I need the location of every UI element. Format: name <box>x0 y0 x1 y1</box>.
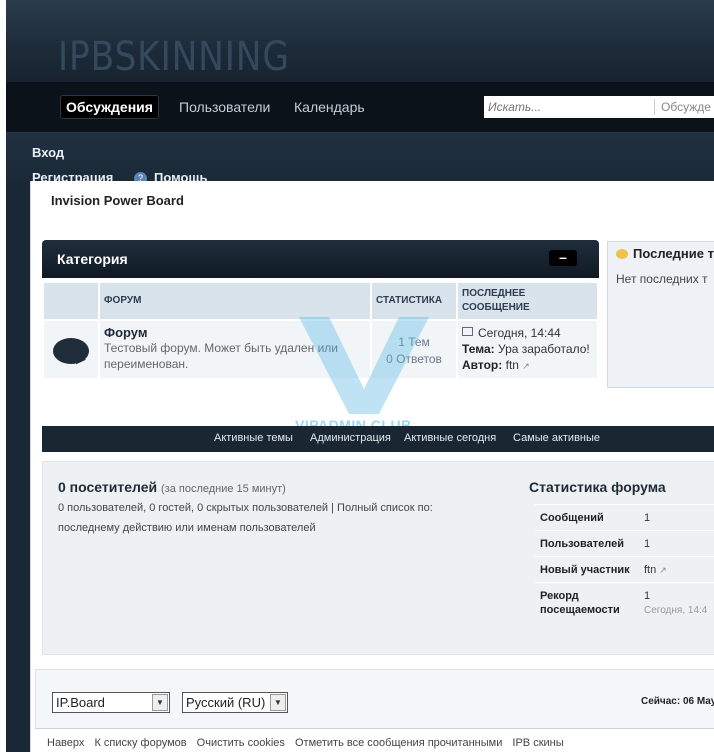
last-post-date: Сегодня, 14:44 <box>478 326 561 340</box>
current-time: Сейчас: 06 May <box>641 696 714 707</box>
administration-link[interactable]: Администрация <box>310 432 391 444</box>
main-content: Invision Power Board Категория – ФОРУМ С… <box>30 181 714 752</box>
online-users-detail: 0 пользователей, 0 гостей, 0 скрытых пол… <box>58 502 433 534</box>
last-post-column-header: ПОСЛЕДНЕЕ СООБЩЕНИЕ <box>456 281 599 321</box>
category-title[interactable]: Категория <box>57 251 128 267</box>
search-scope-select[interactable]: Обсужде <box>654 99 711 115</box>
site-logo[interactable]: IPBSKINNING <box>58 34 290 80</box>
active-topics-link[interactable]: Активные темы <box>214 432 293 444</box>
topic-label: Тема: <box>462 342 495 356</box>
stat-row-members: Пользователей 1 <box>535 530 714 557</box>
tab-calendar[interactable]: Календарь <box>288 95 371 119</box>
stat-row-newest-member: Новый участник ftn ↗ <box>535 556 714 583</box>
watermark-logo <box>299 317 429 414</box>
most-active-link[interactable]: Самые активные <box>513 432 600 444</box>
forum-index-link[interactable]: К списку форумов <box>94 737 186 749</box>
forum-bubble-icon <box>53 338 89 364</box>
site-header: IPBSKINNING <box>6 0 714 82</box>
last-post-icon[interactable] <box>462 327 473 336</box>
forum-stats-title: Статистика форума <box>529 479 666 495</box>
stat-row-record: Рекорд посещаемости 1 Сегодня, 14:4 <box>535 582 714 623</box>
active-today-link[interactable]: Активные сегодня <box>404 432 496 444</box>
icon-column-header <box>42 281 100 321</box>
login-link[interactable]: Вход <box>32 145 64 160</box>
last-post-cell: Сегодня, 14:44 Тема: Ура заработало! Авт… <box>456 319 599 380</box>
chevron-down-icon: ▼ <box>270 694 286 711</box>
language-select[interactable]: Русский (RU) ▼ <box>182 692 288 713</box>
online-users-title: 0 посетителей (за последние 15 минут) <box>58 479 286 495</box>
ipb-skins-link[interactable]: IPB скины <box>512 737 563 749</box>
newest-member-link: ftn <box>644 564 657 576</box>
mark-all-read-link[interactable]: Отметить все сообщения прочитанными <box>295 737 502 749</box>
board-title[interactable]: Invision Power Board <box>51 193 184 208</box>
stat-row-posts: Сообщений 1 <box>535 504 714 531</box>
author-label: Автор: <box>462 358 503 372</box>
last-post-author-link[interactable]: ftn <box>506 358 519 372</box>
quick-links-bar: Активные темы Администрация Активные сег… <box>42 426 714 452</box>
last-post-topic-link[interactable]: Ура заработало! <box>498 342 590 356</box>
skin-select[interactable]: IP.Board ▼ <box>52 692 170 713</box>
sidebar-title: Последние т <box>616 246 714 261</box>
footer-controls: IP.Board ▼ Русский (RU) ▼ Сейчас: 06 May <box>35 669 714 729</box>
tab-members[interactable]: Пользователи <box>173 95 276 119</box>
search-box: Обсужде <box>484 96 714 118</box>
footer-links: Наверх К списку форумов Очистить cookies… <box>47 737 571 749</box>
speech-bubble-icon <box>616 249 628 259</box>
recent-topics-sidebar: Последние т Нет последних т <box>607 241 714 388</box>
main-navigation: Обсуждения Пользователи Календарь Обсужд… <box>6 82 714 133</box>
user-links-bar: Вход Регистрация ? Помощь <box>6 133 714 185</box>
back-to-top-link[interactable]: Наверх <box>47 737 84 749</box>
tab-discussions[interactable]: Обсуждения <box>60 95 159 119</box>
sidebar-text: Нет последних т <box>616 272 708 286</box>
forum-status-cell <box>42 319 100 380</box>
clear-cookies-link[interactable]: Очистить cookies <box>197 737 285 749</box>
profile-popup-icon: ↗ <box>659 565 667 575</box>
profile-popup-icon[interactable]: ↗ <box>522 361 530 371</box>
category-header: Категория – <box>42 240 599 278</box>
board-stats-panel: 0 посетителей (за последние 15 минут) 0 … <box>42 461 714 655</box>
search-input[interactable] <box>484 96 656 118</box>
collapse-toggle-button[interactable]: – <box>549 250 577 266</box>
chevron-down-icon: ▼ <box>152 694 168 711</box>
